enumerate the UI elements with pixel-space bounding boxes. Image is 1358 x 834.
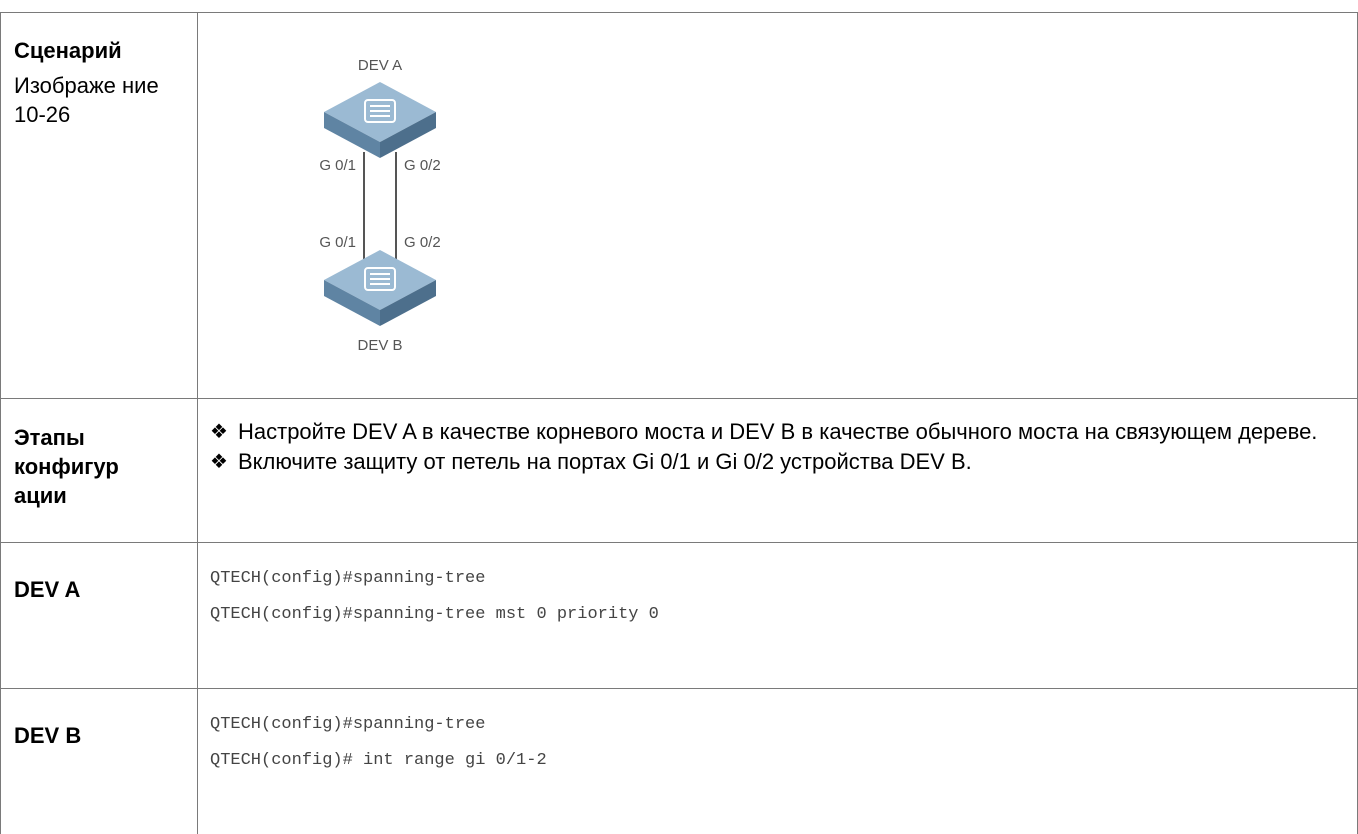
code-line: QTECH(config)#spanning-tree — [210, 715, 486, 734]
scenario-label: Сценарий — [14, 38, 122, 63]
dev-b-label: DEV B — [357, 337, 402, 354]
dev-a-label-cell: DEV A — [14, 575, 194, 604]
table-row-dev-b: DEV B QTECH(config)#spanning-tree QTECH(… — [0, 688, 1358, 834]
table-row-steps: Этапы конфигур ации ❖ Настройте DEV A в … — [0, 398, 1358, 542]
topology-diagram: DEV A G 0/1 G 0/2 G 0/1 G 0/2 DEV B — [270, 42, 500, 362]
steps-label: Этапы конфигур ации — [14, 425, 119, 508]
steps-content-cell: ❖ Настройте DEV A в качестве корневого м… — [210, 419, 1348, 475]
dev-b-row-label: DEV B — [14, 723, 82, 748]
list-item: ❖ Настройте DEV A в качестве корневого м… — [210, 419, 1348, 445]
dev-a-port-left: G 0/1 — [319, 157, 356, 174]
steps-label-cell: Этапы конфигур ации — [14, 423, 184, 510]
dev-a-port-right: G 0/2 — [404, 157, 441, 174]
steps-list: ❖ Настройте DEV A в качестве корневого м… — [210, 419, 1348, 475]
scenario-label-cell: Сценарий Изображе ние 10-26 — [14, 36, 194, 129]
dev-b-code-block: QTECH(config)#spanning-tree QTECH(config… — [210, 715, 1350, 787]
figure-caption: Изображе ние 10-26 — [14, 73, 159, 127]
step-text: Включите защиту от петель на портах Gi 0… — [238, 449, 972, 474]
table-row-dev-a: DEV A QTECH(config)#spanning-tree QTECH(… — [0, 542, 1358, 688]
network-switch-icon — [324, 82, 436, 158]
code-line: QTECH(config)# int range gi 0/1-2 — [210, 751, 547, 770]
dev-a-row-label: DEV A — [14, 577, 81, 602]
config-example-table: Сценарий Изображе ние 10-26 DEV A G 0/1 … — [0, 0, 1358, 834]
code-line: QTECH(config)#spanning-tree mst 0 priori… — [210, 605, 659, 624]
code-line: QTECH(config)#spanning-tree — [210, 569, 486, 588]
list-item: ❖ Включите защиту от петель на портах Gi… — [210, 449, 1348, 475]
dev-b-label-cell: DEV B — [14, 721, 194, 750]
dev-b-port-left: G 0/1 — [319, 234, 356, 251]
table-row-scenario: Сценарий Изображе ние 10-26 DEV A G 0/1 … — [0, 12, 1358, 398]
diamond-bullet-icon: ❖ — [210, 421, 228, 443]
dev-b-port-right: G 0/2 — [404, 234, 441, 251]
dev-a-label: DEV A — [358, 57, 402, 74]
dev-a-code-block: QTECH(config)#spanning-tree QTECH(config… — [210, 569, 1350, 641]
diamond-bullet-icon: ❖ — [210, 451, 228, 473]
step-text: Настройте DEV A в качестве корневого мос… — [238, 419, 1318, 444]
network-switch-icon — [324, 250, 436, 326]
